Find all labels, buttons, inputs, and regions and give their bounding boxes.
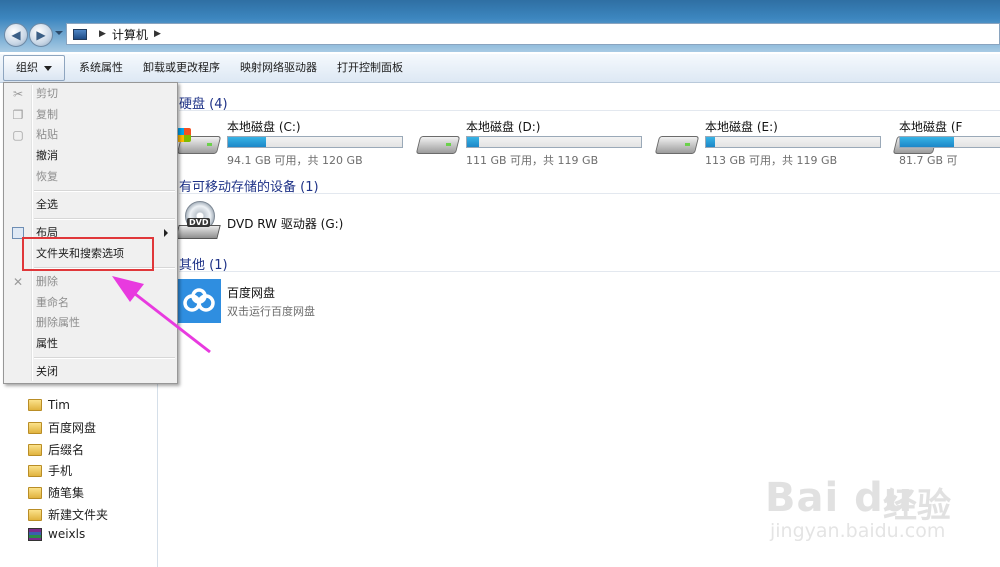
usage-bar-fill (900, 137, 954, 147)
usage-bar (227, 136, 403, 148)
menu-item-select-all[interactable]: 全选 (4, 195, 177, 215)
breadcrumb-arrow-icon[interactable]: ▶ (154, 29, 161, 39)
recent-pages-dropdown[interactable] (55, 31, 63, 35)
hard-drive-icon (415, 126, 461, 160)
usage-bar (705, 136, 881, 148)
drive-f[interactable]: 本地磁盘 (F 81.7 GB 可 (893, 118, 1000, 168)
menu-separator (34, 190, 175, 192)
windows-logo-icon (177, 128, 191, 142)
nav-item-label: 后缀名 (48, 443, 85, 457)
nav-item-essays[interactable]: 随笔集 (28, 484, 84, 501)
nav-item-weixls[interactable]: weixls (28, 527, 85, 541)
divider (179, 110, 1000, 111)
watermark-url: jingyan.baidu.com (770, 520, 946, 542)
nav-item-label: 百度网盘 (48, 421, 97, 435)
divider (179, 271, 1000, 272)
nav-item-label: weixls (48, 527, 86, 541)
copy-icon: ❐ (12, 108, 24, 122)
drive-name: DVD RW 驱动器 (G:) (227, 217, 344, 231)
drive-name: 本地磁盘 (D:) (466, 120, 541, 134)
hard-drive-icon (176, 126, 222, 160)
menu-item-undo[interactable]: 撤消 (4, 146, 177, 166)
system-properties-button[interactable]: 系统属性 (69, 54, 133, 82)
back-button[interactable]: ◀ (4, 23, 28, 47)
folder-icon (28, 464, 42, 477)
nav-item-label: 手机 (48, 464, 73, 478)
dvd-drive-icon: DVD (175, 201, 221, 245)
command-bar: 组织 系统属性 卸载或更改程序 映射网络驱动器 打开控制面板 (0, 54, 1000, 83)
nav-item-phone[interactable]: 手机 (28, 462, 72, 479)
menu-item-copy[interactable]: ❐ 复制 (4, 105, 177, 125)
nav-item-tim[interactable]: Tim (28, 398, 70, 412)
menu-item-label: 撤消 (36, 149, 58, 162)
map-network-drive-button[interactable]: 映射网络驱动器 (230, 54, 327, 82)
organize-label: 组织 (16, 61, 38, 74)
drive-free-space: 113 GB 可用，共 119 GB (705, 154, 838, 167)
usage-bar-fill (228, 137, 267, 147)
drive-d[interactable]: 本地磁盘 (D:) 111 GB 可用，共 119 GB (415, 118, 642, 168)
folder-icon (28, 421, 42, 434)
open-control-panel-button[interactable]: 打开控制面板 (327, 54, 413, 82)
chevron-down-icon (44, 65, 52, 71)
organize-button[interactable]: 组织 (3, 55, 65, 81)
drive-free-space: 94.1 GB 可用，共 120 GB (227, 154, 363, 167)
menu-item-label: 恢复 (36, 170, 58, 183)
folder-icon (28, 508, 42, 521)
title-bar: ◀ ▶ ▶ 计算机 ▶ (0, 0, 1000, 52)
drive-free-space: 81.7 GB 可 (899, 154, 958, 167)
usage-bar-fill (706, 137, 715, 147)
drive-name: 本地磁盘 (E:) (705, 120, 778, 134)
usage-bar-fill (467, 137, 480, 147)
drive-c[interactable]: 本地磁盘 (C:) 94.1 GB 可用，共 120 GB (176, 118, 403, 168)
menu-item-label: 重命名 (36, 296, 69, 309)
menu-item-close[interactable]: 关闭 (4, 362, 177, 382)
delete-x-icon: ✕ (12, 275, 24, 289)
folder-icon (28, 443, 42, 456)
drive-name: 本地磁盘 (F (899, 120, 963, 134)
menu-item-label: 属性 (36, 337, 58, 350)
menu-item-label: 全选 (36, 198, 58, 211)
submenu-arrow-icon (164, 229, 168, 237)
uninstall-program-button[interactable]: 卸载或更改程序 (133, 54, 230, 82)
computer-icon (73, 28, 87, 40)
breadcrumb-computer[interactable]: 计算机 (112, 26, 148, 43)
folder-icon (28, 399, 42, 411)
breadcrumb-arrow-icon[interactable]: ▶ (99, 29, 106, 39)
menu-item-paste[interactable]: ▢ 粘贴 (4, 125, 177, 145)
usage-bar (466, 136, 642, 148)
nav-item-baidu-netdisk[interactable]: 百度网盘 (28, 419, 96, 436)
usage-bar (899, 136, 1000, 148)
app-name: 百度网盘 (227, 286, 276, 300)
scissors-icon: ✂ (12, 87, 24, 101)
drive-e[interactable]: 本地磁盘 (E:) 113 GB 可用，共 119 GB (654, 118, 881, 168)
drive-free-space: 111 GB 可用，共 119 GB (466, 154, 599, 167)
menu-separator (34, 218, 175, 220)
paste-icon: ▢ (12, 128, 24, 142)
drive-name: 本地磁盘 (C:) (227, 120, 301, 134)
nav-item-suffix[interactable]: 后缀名 (28, 441, 84, 458)
menu-item-label: 删除属性 (36, 316, 80, 329)
annotation-arrow-icon (112, 276, 211, 354)
dvd-drive-g[interactable]: DVD DVD RW 驱动器 (G:) (175, 201, 344, 245)
menu-item-label: 删除 (36, 275, 58, 288)
menu-item-label: 粘贴 (36, 128, 58, 141)
app-description: 双击运行百度网盘 (227, 305, 315, 318)
menu-item-cut[interactable]: ✂ 剪切 (4, 84, 177, 104)
forward-button[interactable]: ▶ (29, 23, 53, 47)
menu-item-label: 剪切 (36, 87, 58, 100)
menu-item-redo[interactable]: 恢复 (4, 167, 177, 187)
winrar-icon (28, 527, 42, 541)
menu-item-label: 关闭 (36, 365, 58, 378)
menu-item-label: 复制 (36, 108, 58, 121)
hard-drive-icon (654, 126, 700, 160)
nav-item-label: Tim (48, 398, 70, 412)
baidu-jingyan-watermark: Bai du 经验 jingyan.baidu.com (765, 460, 995, 560)
address-bar[interactable]: ▶ 计算机 ▶ (66, 23, 1000, 45)
nav-item-label: 新建文件夹 (48, 508, 109, 522)
dvd-badge: DVD (187, 218, 211, 227)
folder-icon (28, 486, 42, 499)
nav-item-label: 随笔集 (48, 486, 85, 500)
nav-item-new-folder[interactable]: 新建文件夹 (28, 506, 108, 523)
divider (179, 193, 1000, 194)
